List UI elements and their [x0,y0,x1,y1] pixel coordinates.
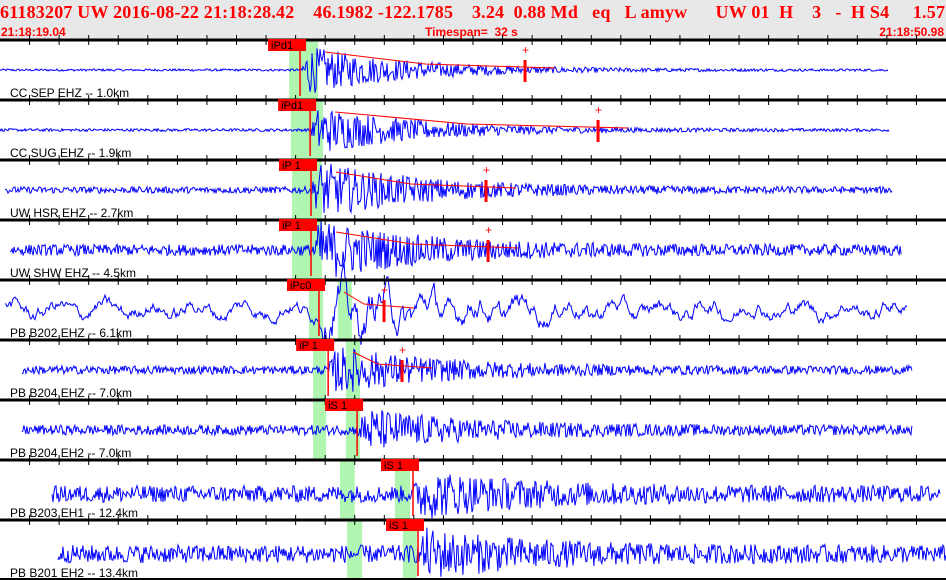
pick-label: iP 1 [299,340,318,352]
waveform-trace [0,109,890,151]
coda-plus-icon: + [522,43,529,57]
station-label: PB B201 EH2 -- 13.4km [10,566,138,580]
time-window [339,460,355,520]
station-label: PB B204 EHZ -- 7.0km [10,386,132,400]
waveform-trace [21,347,913,392]
station-label: CC SUG EHZ -- 1.9km [10,146,131,160]
pick-label: iPd1 [281,100,303,112]
waveform-trace [5,163,893,215]
time-window [347,520,363,580]
coda-plus-icon: + [483,163,490,177]
waveform-trace [9,220,902,277]
pick-label: iP 1 [282,220,301,232]
pick-label: iS 1 [384,460,403,472]
pick-label: iS 1 [389,520,408,532]
pick-label: iPd1 [271,40,293,52]
waveform-trace [21,410,913,448]
pick-label: iP 1 [282,160,301,172]
waveform-trace [51,474,941,519]
pick-label: iPc0 [290,280,311,292]
waveform-trace [57,527,946,577]
station-label: PB B204 EH2 -- 7.0km [10,446,131,460]
pick-label: iS 1 [328,400,347,412]
coda-plus-icon: + [485,223,492,237]
station-label: UW SHW EHZ -- 4.5km [10,266,136,280]
coda-duration-line [335,111,629,129]
waveform-trace [0,48,889,93]
seismogram-panel[interactable]: + iPd1 CC SEP EHZ -- 1.0km + iPd1 CC SUG EHZ … [0,0,946,580]
station-label: UW HSR EHZ -- 2.7km [10,206,133,220]
station-label: PB B202 EHZ -- 6.1km [10,326,132,340]
waveform-trace [4,261,908,350]
station-label: CC SEP EHZ -- 1.0km [10,86,129,100]
coda-plus-icon: + [595,103,602,117]
coda-plus-icon: + [399,343,406,357]
coda-plus-icon: + [381,283,388,297]
